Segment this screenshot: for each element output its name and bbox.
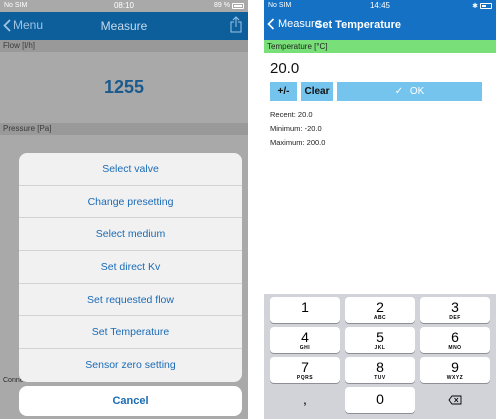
action-set-requested-flow[interactable]: Set requested flow [19, 284, 242, 317]
status-bar: No SIM 08:10 89 % [0, 0, 248, 12]
battery-percent: 89 % [214, 2, 230, 9]
input-controls: +/- Clear ✓ OK [270, 82, 482, 101]
temperature-label: Temperature [°C] [264, 40, 496, 53]
share-icon [230, 16, 242, 33]
recent-value: Recent: 20.0 [270, 110, 313, 119]
key-0[interactable]: 0 [345, 387, 415, 413]
ok-button[interactable]: ✓ OK [337, 82, 482, 101]
bluetooth-icon: ✱ [472, 3, 478, 10]
status-time: 08:10 [113, 1, 135, 10]
action-set-direct-kv[interactable]: Set direct Kv [19, 251, 242, 284]
maximum-value: Maximum: 200.0 [270, 138, 326, 147]
key-2[interactable]: 2 ABC [345, 297, 415, 323]
action-change-presetting[interactable]: Change presetting [19, 186, 242, 219]
backspace-icon [448, 395, 462, 405]
battery-status: 89 % [214, 2, 244, 9]
back-button[interactable]: Measure [267, 18, 321, 30]
flow-label: Flow [l/h] [0, 40, 248, 52]
battery-icon [232, 2, 244, 9]
page-title: Measure [100, 19, 148, 33]
measure-screen: No SIM 08:10 89 % Menu Measure Flow [l/h… [0, 0, 248, 419]
minimum-value: Minimum: -20.0 [270, 124, 322, 133]
status-bar: No SIM 14:45 ✱ [264, 0, 496, 12]
key-9[interactable]: 9 WXYZ [420, 357, 490, 383]
key-8[interactable]: 8 TUV [345, 357, 415, 383]
key-comma[interactable]: , [270, 387, 340, 413]
key-6[interactable]: 6 MNO [420, 327, 490, 353]
action-sensor-zero-setting[interactable]: Sensor zero setting [19, 349, 242, 382]
cancel-button[interactable]: Cancel [19, 386, 242, 416]
chevron-left-icon [267, 18, 275, 30]
key-4[interactable]: 4 GHI [270, 327, 340, 353]
key-1[interactable]: 1 [270, 297, 340, 323]
page-title: Set Temperature [315, 19, 401, 31]
navigation-bar: No SIM 14:45 ✱ Measure Set Temperature [264, 0, 496, 40]
clear-button[interactable]: Clear [301, 82, 333, 101]
key-5[interactable]: 5 JKL [345, 327, 415, 353]
key-3[interactable]: 3 DEF [420, 297, 490, 323]
set-temperature-screen: No SIM 14:45 ✱ Measure Set Temperature T… [264, 0, 496, 419]
key-7[interactable]: 7 PQRS [270, 357, 340, 383]
battery-icon [480, 3, 492, 9]
checkmark-icon: ✓ [394, 86, 404, 97]
action-select-medium[interactable]: Select medium [19, 218, 242, 252]
numeric-keypad: 1 2 ABC 3 DEF 4 GHI 5 JKL 6 MNO 7 PQRS 8 TUV 9W… [264, 294, 496, 419]
status-time: 14:45 [369, 1, 391, 10]
action-select-valve[interactable]: Select valve [19, 153, 242, 186]
plus-minus-button[interactable]: +/- [270, 82, 297, 101]
backspace-key[interactable] [420, 387, 490, 413]
ok-label: OK [409, 86, 425, 97]
flow-value: 1255 [0, 52, 248, 123]
temperature-input[interactable]: 20.0 [270, 60, 299, 77]
action-set-temperature[interactable]: Set Temperature [19, 316, 242, 350]
navigation-bar: Menu Measure [0, 12, 248, 40]
pressure-label: Pressure [Pa] [0, 123, 248, 135]
battery-status: ✱ [472, 2, 492, 10]
share-button[interactable] [230, 16, 242, 38]
action-sheet: Select valve Change presetting Select me… [19, 153, 242, 382]
